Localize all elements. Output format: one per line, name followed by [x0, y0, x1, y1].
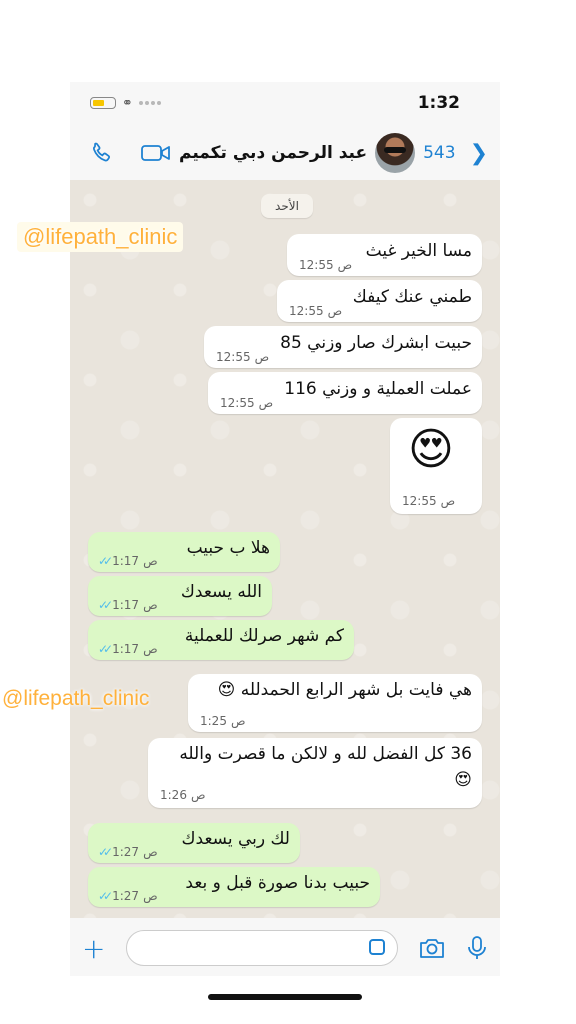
emoji-text: 😍 [408, 424, 454, 475]
double-check-icon: ✓✓ [98, 554, 113, 568]
avatar[interactable] [375, 133, 416, 173]
message-meta: ✓✓ 1:17 ص [98, 642, 158, 656]
message-time: 1:17 [112, 598, 140, 612]
double-check-icon: ✓✓ [98, 845, 113, 859]
input-bar: + [70, 920, 500, 976]
chat-area[interactable]: الأحد مسا الخير غيث 12:55 ص طمني عنك كيف… [70, 180, 500, 918]
chevron-left-icon[interactable]: ❯ [470, 141, 488, 166]
message-text-line2: 😍 [454, 770, 472, 790]
message-meta: ✓✓ 1:17 ص [98, 554, 158, 568]
message-time: 12:55 [220, 396, 255, 410]
message-bubble[interactable]: كم شهر صرلك للعملية ✓✓ 1:17 ص [88, 620, 354, 660]
home-indicator[interactable] [208, 994, 362, 1000]
message-ampm: ص [258, 396, 274, 410]
message-text: كم شهر صرلك للعملية [184, 626, 344, 646]
message-time: 12:55 [289, 304, 324, 318]
message-time: 1:27 [112, 889, 140, 903]
status-time: 1:32 [417, 93, 460, 113]
message-bubble[interactable]: 😍 12:55 ص [390, 418, 482, 514]
message-text: حبيت ابشرك صار وزني 85 [280, 333, 472, 353]
message-bubble[interactable]: الله يسعدك ✓✓ 1:17 ص [88, 576, 272, 616]
watermark-text: @lifepath_clinic [2, 687, 150, 710]
message-ampm: ص [190, 788, 206, 802]
double-check-icon: ✓✓ [98, 642, 113, 656]
message-bubble[interactable]: 36 كل الفضل لله و لالكن ما قصرت والله 😍 … [148, 738, 482, 808]
message-meta: ✓✓ 1:17 ص [98, 598, 158, 612]
message-meta: 12:55 ص [220, 396, 273, 410]
message-meta: 1:25 ص [200, 714, 245, 728]
camera-icon[interactable] [418, 936, 446, 960]
message-bubble[interactable]: هي فايت بل شهر الرابع الحمدلله 😍 1:25 ص [188, 674, 482, 732]
sticker-icon[interactable] [368, 939, 385, 955]
message-ampm: ص [143, 889, 158, 903]
message-time: 12:55 [216, 350, 251, 364]
message-time: 1:17 [112, 554, 140, 568]
message-ampm: ص [327, 304, 343, 318]
message-text: 36 كل الفضل لله و لالكن ما قصرت والله [179, 744, 472, 764]
link-icon: ⚭ [122, 95, 133, 111]
message-text: الله يسعدك [180, 582, 262, 602]
message-meta: 12:55 ص [402, 494, 455, 508]
plus-icon[interactable]: + [82, 932, 105, 965]
message-bubble[interactable]: حبيت ابشرك صار وزني 85 12:55 ص [204, 326, 482, 368]
mic-icon[interactable] [466, 935, 488, 961]
message-text: مسا الخير غيث [365, 241, 472, 261]
header-actions [88, 140, 172, 166]
message-time: 1:27 [112, 845, 140, 859]
message-meta: 1:26 ص [160, 788, 205, 802]
message-input[interactable] [125, 930, 398, 966]
contact-name[interactable]: عبد الرحمن دبي تكميم [179, 143, 367, 163]
message-text: عملت العملية و وزني 116 [284, 379, 472, 399]
message-text: لك ربي يسعدك [181, 829, 290, 849]
chat-header: عبد الرحمن دبي تكميم 543 ❯ [70, 128, 500, 178]
video-icon[interactable] [140, 141, 172, 165]
message-bubble[interactable]: عملت العملية و وزني 116 12:55 ص [208, 372, 482, 414]
message-ampm: ص [254, 350, 270, 364]
message-time: 1:26 [160, 788, 187, 802]
message-bubble[interactable]: حبيب بدنا صورة قبل و بعد ✓✓ 1:27 ص [88, 867, 380, 907]
message-time: 12:55 [299, 258, 334, 272]
message-bubble[interactable]: مسا الخير غيث 12:55 ص [287, 234, 482, 276]
phone-icon[interactable] [88, 140, 114, 166]
message-meta: ✓✓ 1:27 ص [98, 845, 158, 859]
phone-screen: ⚭ 1:32 عبد الرحمن دبي تكميم 543 ❯ الأحد … [70, 82, 500, 976]
double-check-icon: ✓✓ [98, 598, 113, 612]
message-meta: 12:55 ص [216, 350, 269, 364]
message-text: حبيب بدنا صورة قبل و بعد [185, 873, 370, 893]
battery-icon [90, 97, 116, 109]
message-bubble[interactable]: هلا ب حبيب ✓✓ 1:17 ص [88, 532, 280, 572]
message-meta: 12:55 ص [299, 258, 352, 272]
status-bar: ⚭ 1:32 [70, 82, 500, 124]
date-label: الأحد [261, 194, 313, 218]
message-ampm: ص [337, 258, 353, 272]
message-ampm: ص [143, 642, 158, 656]
message-ampm: ص [143, 598, 158, 612]
header-contact[interactable]: عبد الرحمن دبي تكميم 543 ❯ [179, 133, 488, 173]
message-ampm: ص [143, 554, 158, 568]
message-ampm: ص [230, 714, 246, 728]
message-ampm: ص [440, 494, 456, 508]
unread-count[interactable]: 543 [423, 143, 455, 163]
double-check-icon: ✓✓ [98, 889, 113, 903]
message-meta: 12:55 ص [289, 304, 342, 318]
message-time: 1:25 [200, 714, 227, 728]
message-bubble[interactable]: طمني عنك كيفك 12:55 ص [277, 280, 482, 322]
message-text: هي فايت بل شهر الرابع الحمدلله 😍 [217, 680, 472, 700]
message-time: 12:55 [402, 494, 437, 508]
watermark-text: @lifepath_clinic [17, 222, 184, 252]
signal-icon [138, 101, 161, 105]
status-left: ⚭ [90, 96, 161, 111]
message-bubble[interactable]: لك ربي يسعدك ✓✓ 1:27 ص [88, 823, 300, 863]
message-text: هلا ب حبيب [186, 538, 270, 558]
message-text: طمني عنك كيفك [352, 287, 472, 307]
message-time: 1:17 [112, 642, 140, 656]
message-meta: ✓✓ 1:27 ص [98, 889, 158, 903]
message-ampm: ص [143, 845, 158, 859]
